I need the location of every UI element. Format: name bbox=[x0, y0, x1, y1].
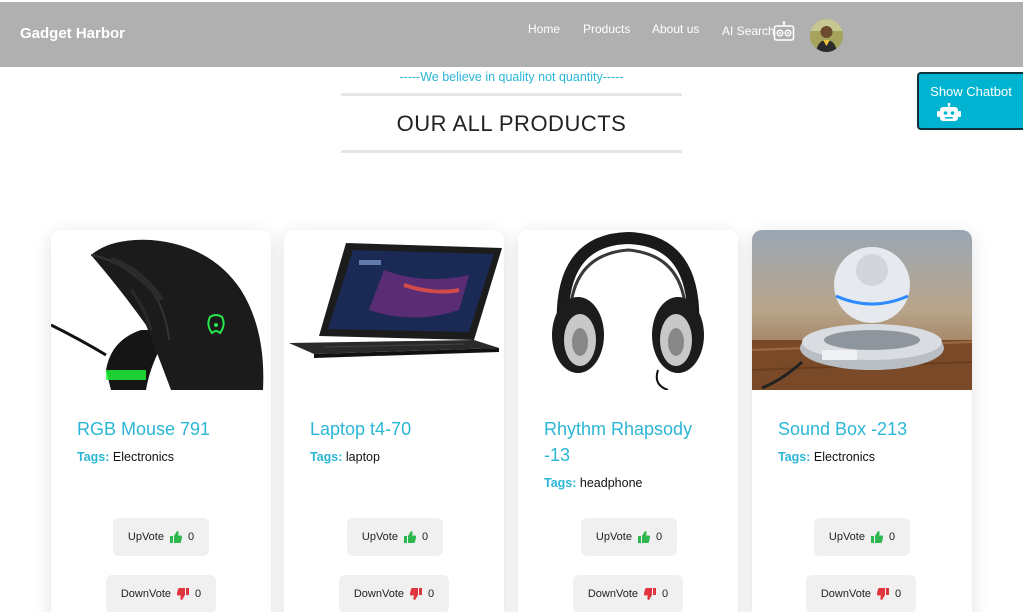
laptop-icon bbox=[284, 230, 504, 390]
main-nav: Home Products About us AI Search bbox=[0, 2, 1023, 67]
tagline: -----We believe in quality not quantity-… bbox=[399, 70, 624, 84]
thumbs-down-icon bbox=[877, 588, 890, 600]
downvote-count: 0 bbox=[195, 588, 202, 600]
product-title[interactable]: RGB Mouse 791 bbox=[77, 416, 252, 442]
product-tags: Tags: Electronics bbox=[77, 450, 174, 464]
show-chatbot-button[interactable]: Show Chatbot bbox=[917, 72, 1023, 130]
upvote-count: 0 bbox=[888, 531, 896, 543]
upvote-label: UpVote bbox=[828, 531, 865, 543]
downvote-label: DownVote bbox=[587, 588, 639, 600]
nav-products-link[interactable]: Products bbox=[583, 22, 630, 36]
speaker-icon bbox=[752, 230, 972, 390]
tags-label: Tags: bbox=[310, 450, 343, 464]
downvote-label: DownVote bbox=[120, 588, 172, 600]
product-image-levitating-speaker[interactable] bbox=[752, 230, 972, 390]
upvote-button[interactable]: UpVote 0 bbox=[581, 518, 677, 556]
product-title[interactable]: Sound Box -213 bbox=[778, 416, 953, 442]
tag-value: Electronics bbox=[112, 450, 175, 464]
gaming-mouse-icon bbox=[51, 230, 271, 390]
nav-home-link[interactable]: Home bbox=[528, 22, 560, 36]
upvote-count: 0 bbox=[187, 531, 195, 543]
product-card[interactable]: RGB Mouse 791 Tags: Electronics UpVote 0… bbox=[51, 230, 271, 612]
user-avatar[interactable] bbox=[810, 19, 843, 52]
product-card[interactable]: Sound Box -213 Tags: Electronics UpVote … bbox=[752, 230, 972, 612]
product-tags: Tags: laptop bbox=[310, 450, 380, 464]
robot-icon bbox=[937, 103, 961, 121]
avatar-photo-icon bbox=[810, 19, 843, 52]
upvote-button[interactable]: UpVote 0 bbox=[113, 518, 209, 556]
product-image-headphones[interactable] bbox=[518, 230, 738, 390]
product-title[interactable]: Laptop t4-70 bbox=[310, 416, 485, 442]
upvote-label: UpVote bbox=[595, 531, 632, 543]
downvote-count: 0 bbox=[662, 588, 669, 600]
chatbot-button-label: Show Chatbot bbox=[930, 84, 1012, 99]
product-card[interactable]: Laptop t4-70 Tags: laptop UpVote 0 DownV… bbox=[284, 230, 504, 612]
thumbs-down-icon bbox=[177, 588, 190, 600]
downvote-label: DownVote bbox=[353, 588, 405, 600]
tags-label: Tags: bbox=[544, 476, 577, 490]
downvote-button[interactable]: DownVote 0 bbox=[339, 575, 449, 612]
upvote-label: UpVote bbox=[127, 531, 164, 543]
upvote-count: 0 bbox=[655, 531, 663, 543]
tags-label: Tags: bbox=[77, 450, 110, 464]
downvote-button[interactable]: DownVote 0 bbox=[806, 575, 916, 612]
downvote-count: 0 bbox=[428, 588, 435, 600]
page-title: OUR ALL PRODUCTS bbox=[396, 111, 627, 136]
nav-about-link[interactable]: About us bbox=[652, 22, 699, 36]
page-title-box: OUR ALL PRODUCTS bbox=[341, 93, 682, 153]
downvote-label: DownVote bbox=[820, 588, 872, 600]
robot-icon[interactable] bbox=[773, 21, 795, 43]
upvote-button[interactable]: UpVote 0 bbox=[347, 518, 443, 556]
tag-value: Electronics bbox=[813, 450, 876, 464]
tag-value: headphone bbox=[579, 476, 643, 490]
downvote-count: 0 bbox=[895, 588, 902, 600]
product-image-gaming-mouse[interactable] bbox=[51, 230, 271, 390]
product-card[interactable]: Rhythm Rhapsody -13 Tags: headphone UpVo… bbox=[518, 230, 738, 612]
thumbs-up-icon bbox=[403, 531, 416, 543]
downvote-button[interactable]: DownVote 0 bbox=[106, 575, 216, 612]
thumbs-up-icon bbox=[637, 531, 650, 543]
upvote-label: UpVote bbox=[361, 531, 398, 543]
product-title[interactable]: Rhythm Rhapsody -13 bbox=[544, 416, 719, 468]
thumbs-down-icon bbox=[644, 588, 657, 600]
headphones-icon bbox=[518, 230, 738, 390]
top-navbar: Gadget Harbor Home Products About us AI … bbox=[0, 2, 1023, 67]
nav-ai-search-link[interactable]: AI Search bbox=[722, 24, 775, 38]
thumbs-up-icon bbox=[169, 531, 182, 543]
thumbs-down-icon bbox=[410, 588, 423, 600]
downvote-button[interactable]: DownVote 0 bbox=[573, 575, 683, 612]
upvote-button[interactable]: UpVote 0 bbox=[814, 518, 910, 556]
tags-label: Tags: bbox=[778, 450, 811, 464]
product-tags: Tags: Electronics bbox=[778, 450, 875, 464]
thumbs-up-icon bbox=[870, 531, 883, 543]
tag-value: laptop bbox=[345, 450, 380, 464]
upvote-count: 0 bbox=[421, 531, 429, 543]
product-tags: Tags: headphone bbox=[544, 476, 642, 490]
product-image-laptop[interactable] bbox=[284, 230, 504, 390]
